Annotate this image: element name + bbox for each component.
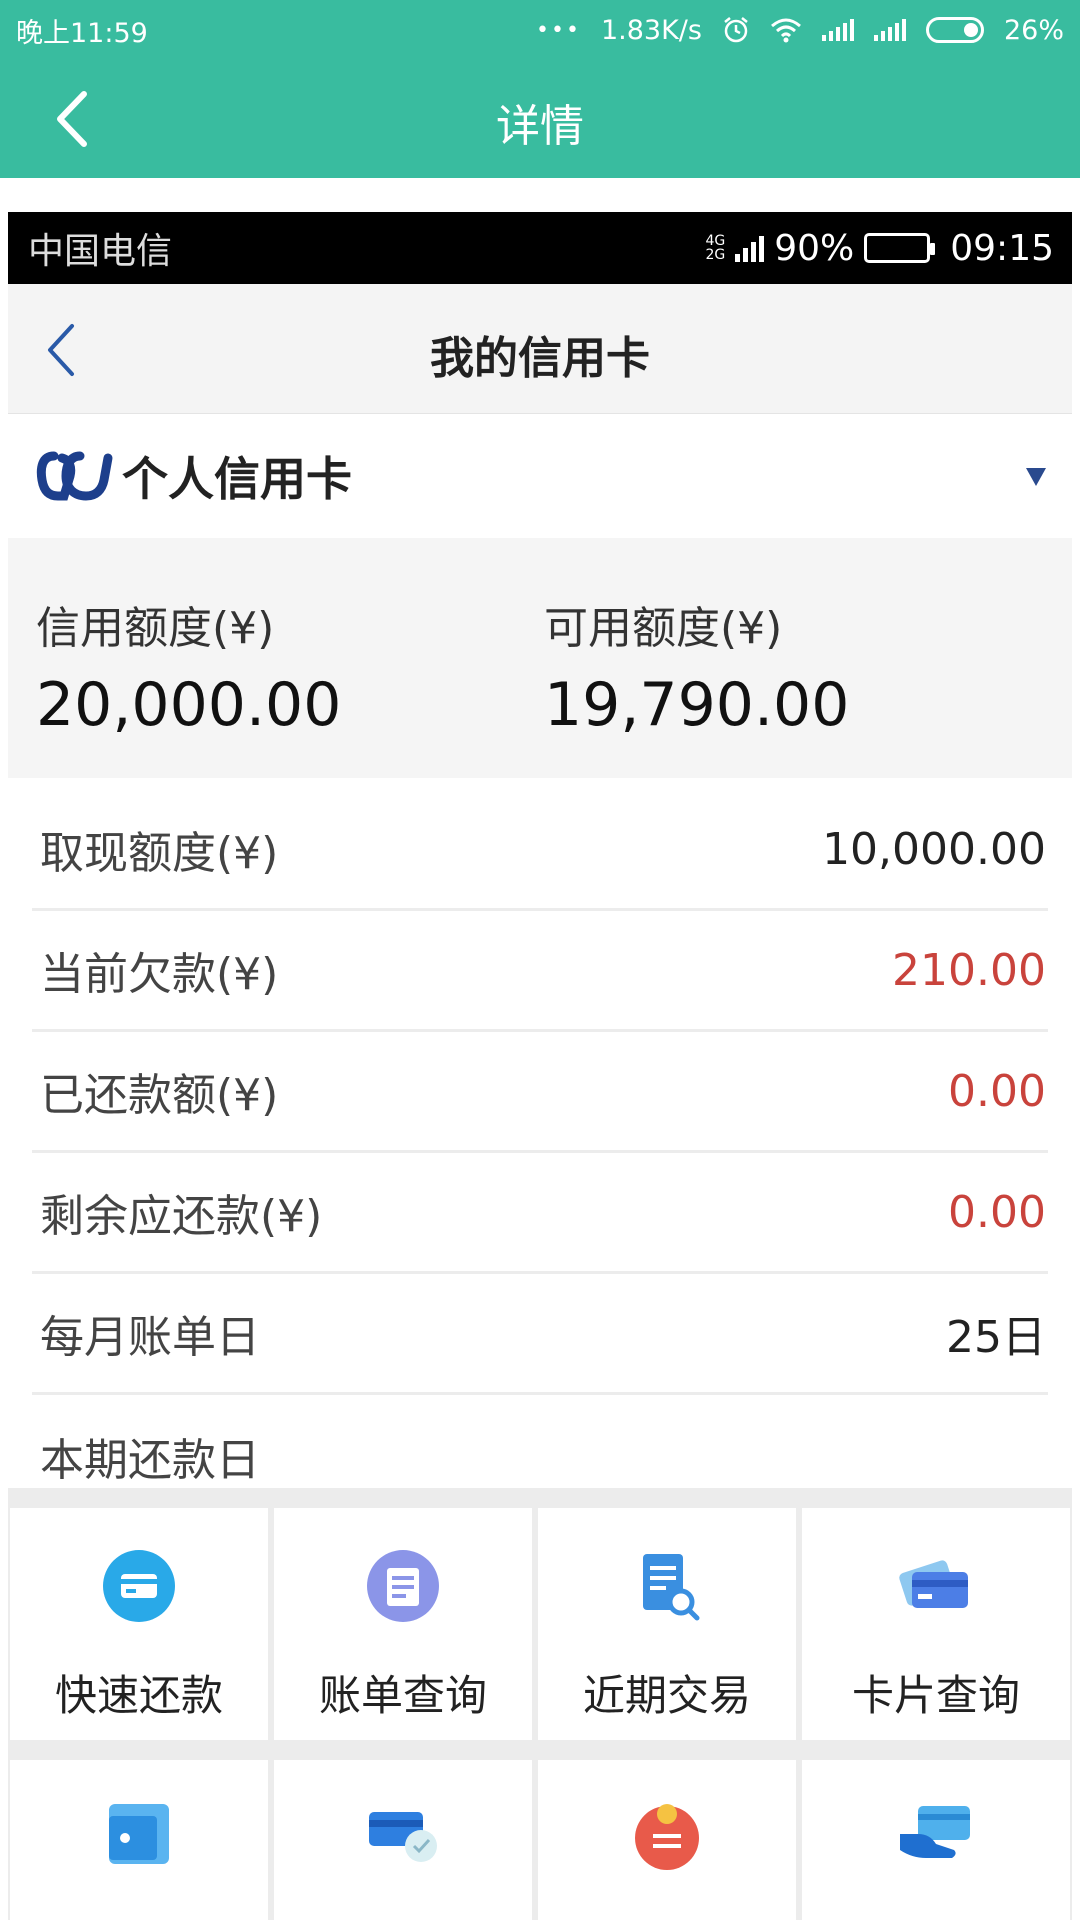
detail-list: 取现额度(¥) 10,000.00 当前欠款(¥) 210.00 已还款额(¥)…	[8, 790, 1072, 1516]
net-top: 4G	[705, 233, 726, 249]
detail-label: 每月账单日	[40, 1312, 260, 1363]
detail-value: 10,000.00	[822, 823, 1046, 875]
detail-label: 已还款额(¥)	[40, 1070, 279, 1121]
app-header: 详情	[0, 60, 1080, 178]
battery-full-icon	[864, 233, 936, 263]
detail-row-current-debt: 当前欠款(¥) 210.00	[32, 911, 1048, 1032]
dropdown-caret-icon[interactable]	[1024, 466, 1048, 488]
tile-label: 卡片查询	[851, 1671, 1020, 1720]
bank-logo-icon	[36, 451, 113, 501]
detail-row-remaining: 剩余应还款(¥) 0.00	[32, 1153, 1048, 1274]
carrier-name: 中国电信	[28, 231, 173, 272]
action-grid: 快速还款 账单查询 近期交易 卡片查询	[8, 1508, 1072, 1920]
alarm-icon	[724, 17, 748, 43]
detail-label: 本期还款日	[40, 1434, 260, 1486]
inner-status-right: 4G 2G 90% 09:15	[705, 228, 1054, 269]
credit-limit-label: 信用额度(¥)	[36, 603, 275, 654]
inner-page-title: 我的信用卡	[430, 333, 650, 384]
inner-battery-percent: 90%	[774, 227, 855, 269]
available-limit-label: 可用额度(¥)	[544, 603, 783, 654]
available-limit-block: 可用额度(¥) 19,790.00	[544, 592, 849, 740]
wallet-icon	[109, 1804, 169, 1864]
detail-label: 当前欠款(¥)	[40, 949, 279, 1000]
detail-row-cash-limit: 取现额度(¥) 10,000.00	[32, 790, 1048, 911]
detail-row-repaid: 已还款额(¥) 0.00	[32, 1032, 1048, 1153]
badge-icon	[635, 1804, 699, 1870]
inner-time: 09:15	[950, 227, 1054, 269]
more-dots: •••	[536, 17, 581, 43]
network-speed: 1.83K/s	[600, 14, 702, 46]
card-query-button[interactable]: 卡片查询	[802, 1508, 1070, 1740]
detail-label: 取现额度(¥)	[40, 828, 279, 879]
credit-limit-block: 信用额度(¥) 20,000.00	[36, 592, 341, 740]
limit-summary: 信用额度(¥) 20,000.00 可用额度(¥) 19,790.00	[8, 538, 1072, 778]
detail-label: 剩余应还款(¥)	[40, 1191, 323, 1242]
detail-row-bill-day: 每月账单日 25日	[32, 1274, 1048, 1395]
tile-label: 快速还款	[54, 1671, 223, 1720]
wallet-button[interactable]	[10, 1760, 268, 1920]
detail-value: 0.00	[948, 1065, 1046, 1117]
bill-query-button[interactable]: 账单查询	[274, 1508, 532, 1740]
document-search-icon	[643, 1554, 700, 1621]
quick-repay-button[interactable]: 快速还款	[10, 1508, 268, 1740]
card-hand-icon	[900, 1806, 970, 1858]
card-repay-icon	[103, 1550, 175, 1622]
detail-value: 25日	[946, 1312, 1046, 1363]
signal-icon	[735, 234, 765, 262]
outer-battery-percent: 26%	[1003, 14, 1064, 46]
inner-nav-bar: 我的信用卡	[8, 284, 1072, 414]
outer-status-right: ••• 1.83K/s 26%	[536, 15, 1064, 46]
inner-status-bar: 中国电信 4G 2G 90% 09:15	[8, 212, 1072, 284]
recent-transactions-button[interactable]: 近期交易	[538, 1508, 796, 1740]
available-limit-value: 19,790.00	[544, 670, 850, 740]
network-type: 4G 2G	[705, 234, 725, 262]
section-divider	[8, 1488, 1072, 1508]
cards-icon	[899, 1560, 968, 1608]
rewards-button[interactable]	[538, 1760, 796, 1920]
page-title: 详情	[496, 101, 584, 152]
tile-label: 近期交易	[582, 1671, 751, 1720]
signal-2-icon	[873, 19, 906, 41]
credit-limit-value: 20,000.00	[36, 670, 342, 740]
card-type-label: 个人信用卡	[122, 452, 352, 506]
detail-value: 0.00	[948, 1186, 1046, 1238]
battery-icon	[925, 17, 984, 43]
card-security-button[interactable]	[274, 1760, 532, 1920]
card-activation-button[interactable]	[802, 1760, 1070, 1920]
detail-value: 210.00	[892, 944, 1046, 996]
bill-icon	[367, 1550, 439, 1622]
card-shield-icon	[369, 1812, 437, 1862]
tile-label: 账单查询	[318, 1671, 487, 1720]
screenshot-image: 中国电信 4G 2G 90% 09:15 我的信用卡 个人信用卡 信用额度(¥)…	[8, 212, 1072, 1920]
net-bottom: 2G	[705, 247, 726, 263]
outer-status-bar: 晚上11:59 ••• 1.83K/s 26%	[0, 0, 1080, 60]
outer-status-time: 晚上11:59	[16, 17, 148, 49]
wifi-icon	[771, 18, 801, 43]
card-type-selector[interactable]: 个人信用卡	[8, 414, 1072, 538]
signal-1-icon	[821, 19, 854, 41]
